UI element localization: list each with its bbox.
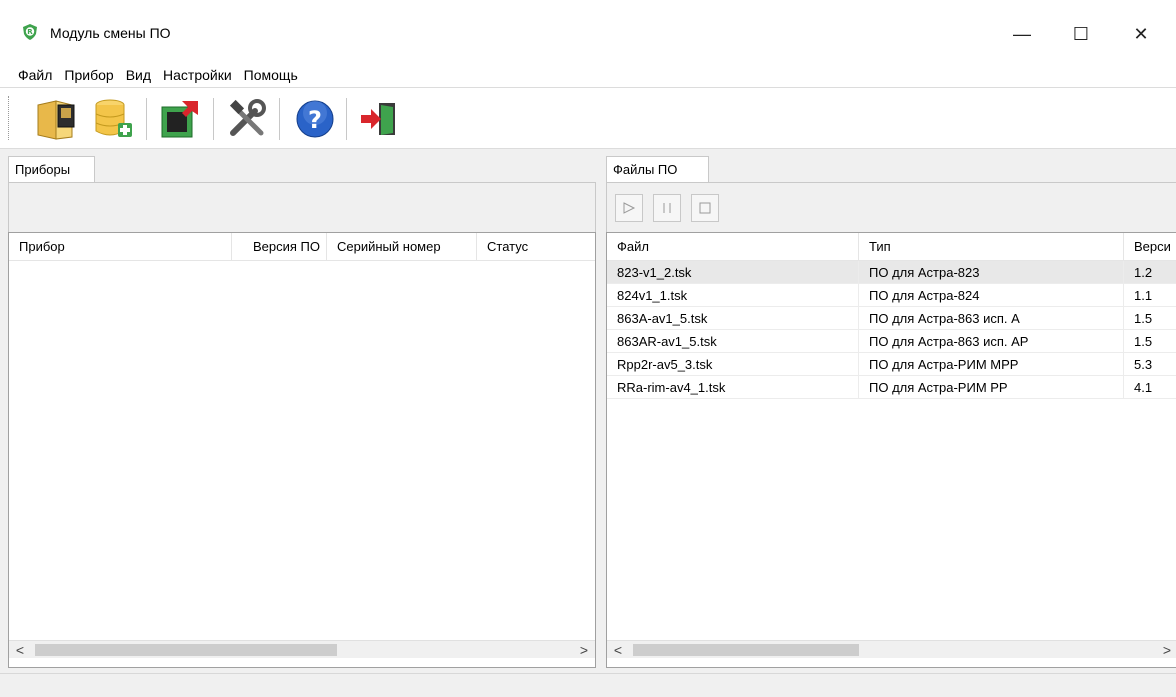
cell-file: 823-v1_2.tsk <box>607 261 859 283</box>
tools-icon[interactable] <box>222 94 272 144</box>
pause-button[interactable] <box>653 194 681 222</box>
firmware-rows: 823-v1_2.tsk ПО для Астра-823 1.2 824v1_1.t… <box>607 261 1176 399</box>
column-version[interactable]: Верси <box>1124 233 1176 260</box>
firmware-controls-bar <box>606 182 1176 232</box>
cell-type: ПО для Астра-РИМ МРР <box>859 353 1124 375</box>
cell-file: RRa-rim-av4_1.tsk <box>607 376 859 398</box>
menu-view[interactable]: Вид <box>120 67 157 83</box>
table-row[interactable]: 823-v1_2.tsk ПО для Астра-823 1.2 <box>607 261 1176 284</box>
cell-version: 1.1 <box>1134 287 1153 303</box>
cell-version: 1.2 <box>1134 264 1153 280</box>
table-row[interactable]: Rpp2r-av5_3.tsk ПО для Астра-РИМ МРР 5.3 <box>607 353 1176 376</box>
chip-flash-icon[interactable] <box>155 94 205 144</box>
column-serial-number[interactable]: Серийный номер <box>327 233 477 260</box>
status-bar <box>0 673 1176 697</box>
window-title: Модуль смены ПО <box>50 25 171 41</box>
maximize-button[interactable]: ☐ <box>1058 14 1104 54</box>
devices-filter-area <box>8 182 596 232</box>
column-file[interactable]: Файл <box>607 233 859 260</box>
devices-table: Прибор Версия ПО Серийный номер Статус <… <box>8 232 596 668</box>
minimize-button[interactable]: — <box>999 14 1045 54</box>
menu-device[interactable]: Прибор <box>58 67 119 83</box>
files-horizontal-scrollbar[interactable]: < > <box>607 640 1176 658</box>
scrollbar-thumb[interactable] <box>35 644 337 656</box>
menu-file[interactable]: Файл <box>12 67 58 83</box>
play-icon <box>623 202 636 214</box>
devices-table-header: Прибор Версия ПО Серийный номер Статус <box>9 233 595 261</box>
cell-file: 863A-av1_5.tsk <box>607 307 859 329</box>
cell-type: ПО для Астра-863 исп. АР <box>859 330 1124 352</box>
cell-file: 824v1_1.tsk <box>607 284 859 306</box>
menu-settings[interactable]: Настройки <box>157 67 238 83</box>
tab-devices[interactable]: Приборы <box>8 156 95 182</box>
scrollbar-thumb[interactable] <box>633 644 859 656</box>
play-button[interactable] <box>615 194 643 222</box>
cell-version: 1.5 <box>1134 310 1153 326</box>
stop-icon <box>699 202 711 214</box>
toolbar: ? <box>0 87 1176 149</box>
scroll-right-arrow[interactable]: > <box>575 641 593 659</box>
cell-file: Rpp2r-av5_3.tsk <box>607 353 859 375</box>
exit-icon[interactable] <box>354 94 404 144</box>
cell-version: 4.1 <box>1134 379 1153 395</box>
svg-text:?: ? <box>308 106 322 134</box>
firmware-table-header: Файл Тип Верси <box>607 233 1176 261</box>
scroll-right-arrow[interactable]: > <box>1158 641 1176 659</box>
toolbar-separator <box>146 98 147 140</box>
table-row[interactable]: 824v1_1.tsk ПО для Астра-824 1.1 <box>607 284 1176 307</box>
column-type[interactable]: Тип <box>859 233 1124 260</box>
toolbar-separator <box>213 98 214 140</box>
cell-version: 5.3 <box>1134 356 1153 372</box>
folder-device-icon[interactable] <box>32 94 82 144</box>
table-row[interactable]: RRa-rim-av4_1.tsk ПО для Астра-РИМ РР 4.1 <box>607 376 1176 399</box>
column-device[interactable]: Прибор <box>9 233 232 260</box>
cell-type: ПО для Астра-824 <box>859 284 1124 306</box>
column-status[interactable]: Статус <box>477 233 595 260</box>
table-row[interactable]: 863AR-av1_5.tsk ПО для Астра-863 исп. АР 1… <box>607 330 1176 353</box>
menu-bar: Файл Прибор Вид Настройки Помощь <box>0 62 1176 87</box>
toolbar-grip[interactable] <box>8 96 12 140</box>
cell-type: ПО для Астра-863 исп. А <box>859 307 1124 329</box>
cell-type: ПО для Астра-823 <box>859 261 1124 283</box>
svg-text:R: R <box>27 28 33 36</box>
menu-help[interactable]: Помощь <box>238 67 304 83</box>
devices-horizontal-scrollbar[interactable]: < > <box>9 640 595 658</box>
column-firmware-version[interactable]: Версия ПО <box>232 233 327 260</box>
scroll-left-arrow[interactable]: < <box>11 641 29 659</box>
stop-button[interactable] <box>691 194 719 222</box>
cell-type: ПО для Астра-РИМ РР <box>859 376 1124 398</box>
table-row[interactable]: 863A-av1_5.tsk ПО для Астра-863 исп. А 1.5 <box>607 307 1176 330</box>
tab-firmware-files[interactable]: Файлы ПО <box>606 156 709 182</box>
close-button[interactable]: ✕ <box>1118 14 1164 54</box>
cell-file: 863AR-av1_5.tsk <box>607 330 859 352</box>
database-add-icon[interactable] <box>88 94 138 144</box>
toolbar-separator <box>279 98 280 140</box>
toolbar-separator <box>346 98 347 140</box>
title-bar: R Модуль смены ПО — ☐ ✕ <box>0 0 1176 62</box>
help-icon[interactable]: ? <box>290 94 340 144</box>
cell-version: 1.5 <box>1134 333 1153 349</box>
app-shield-icon: R <box>22 24 38 40</box>
firmware-files-table: Файл Тип Верси 823-v1_2.tsk ПО для Астра-… <box>606 232 1176 668</box>
pause-icon <box>663 203 671 213</box>
scroll-left-arrow[interactable]: < <box>609 641 627 659</box>
